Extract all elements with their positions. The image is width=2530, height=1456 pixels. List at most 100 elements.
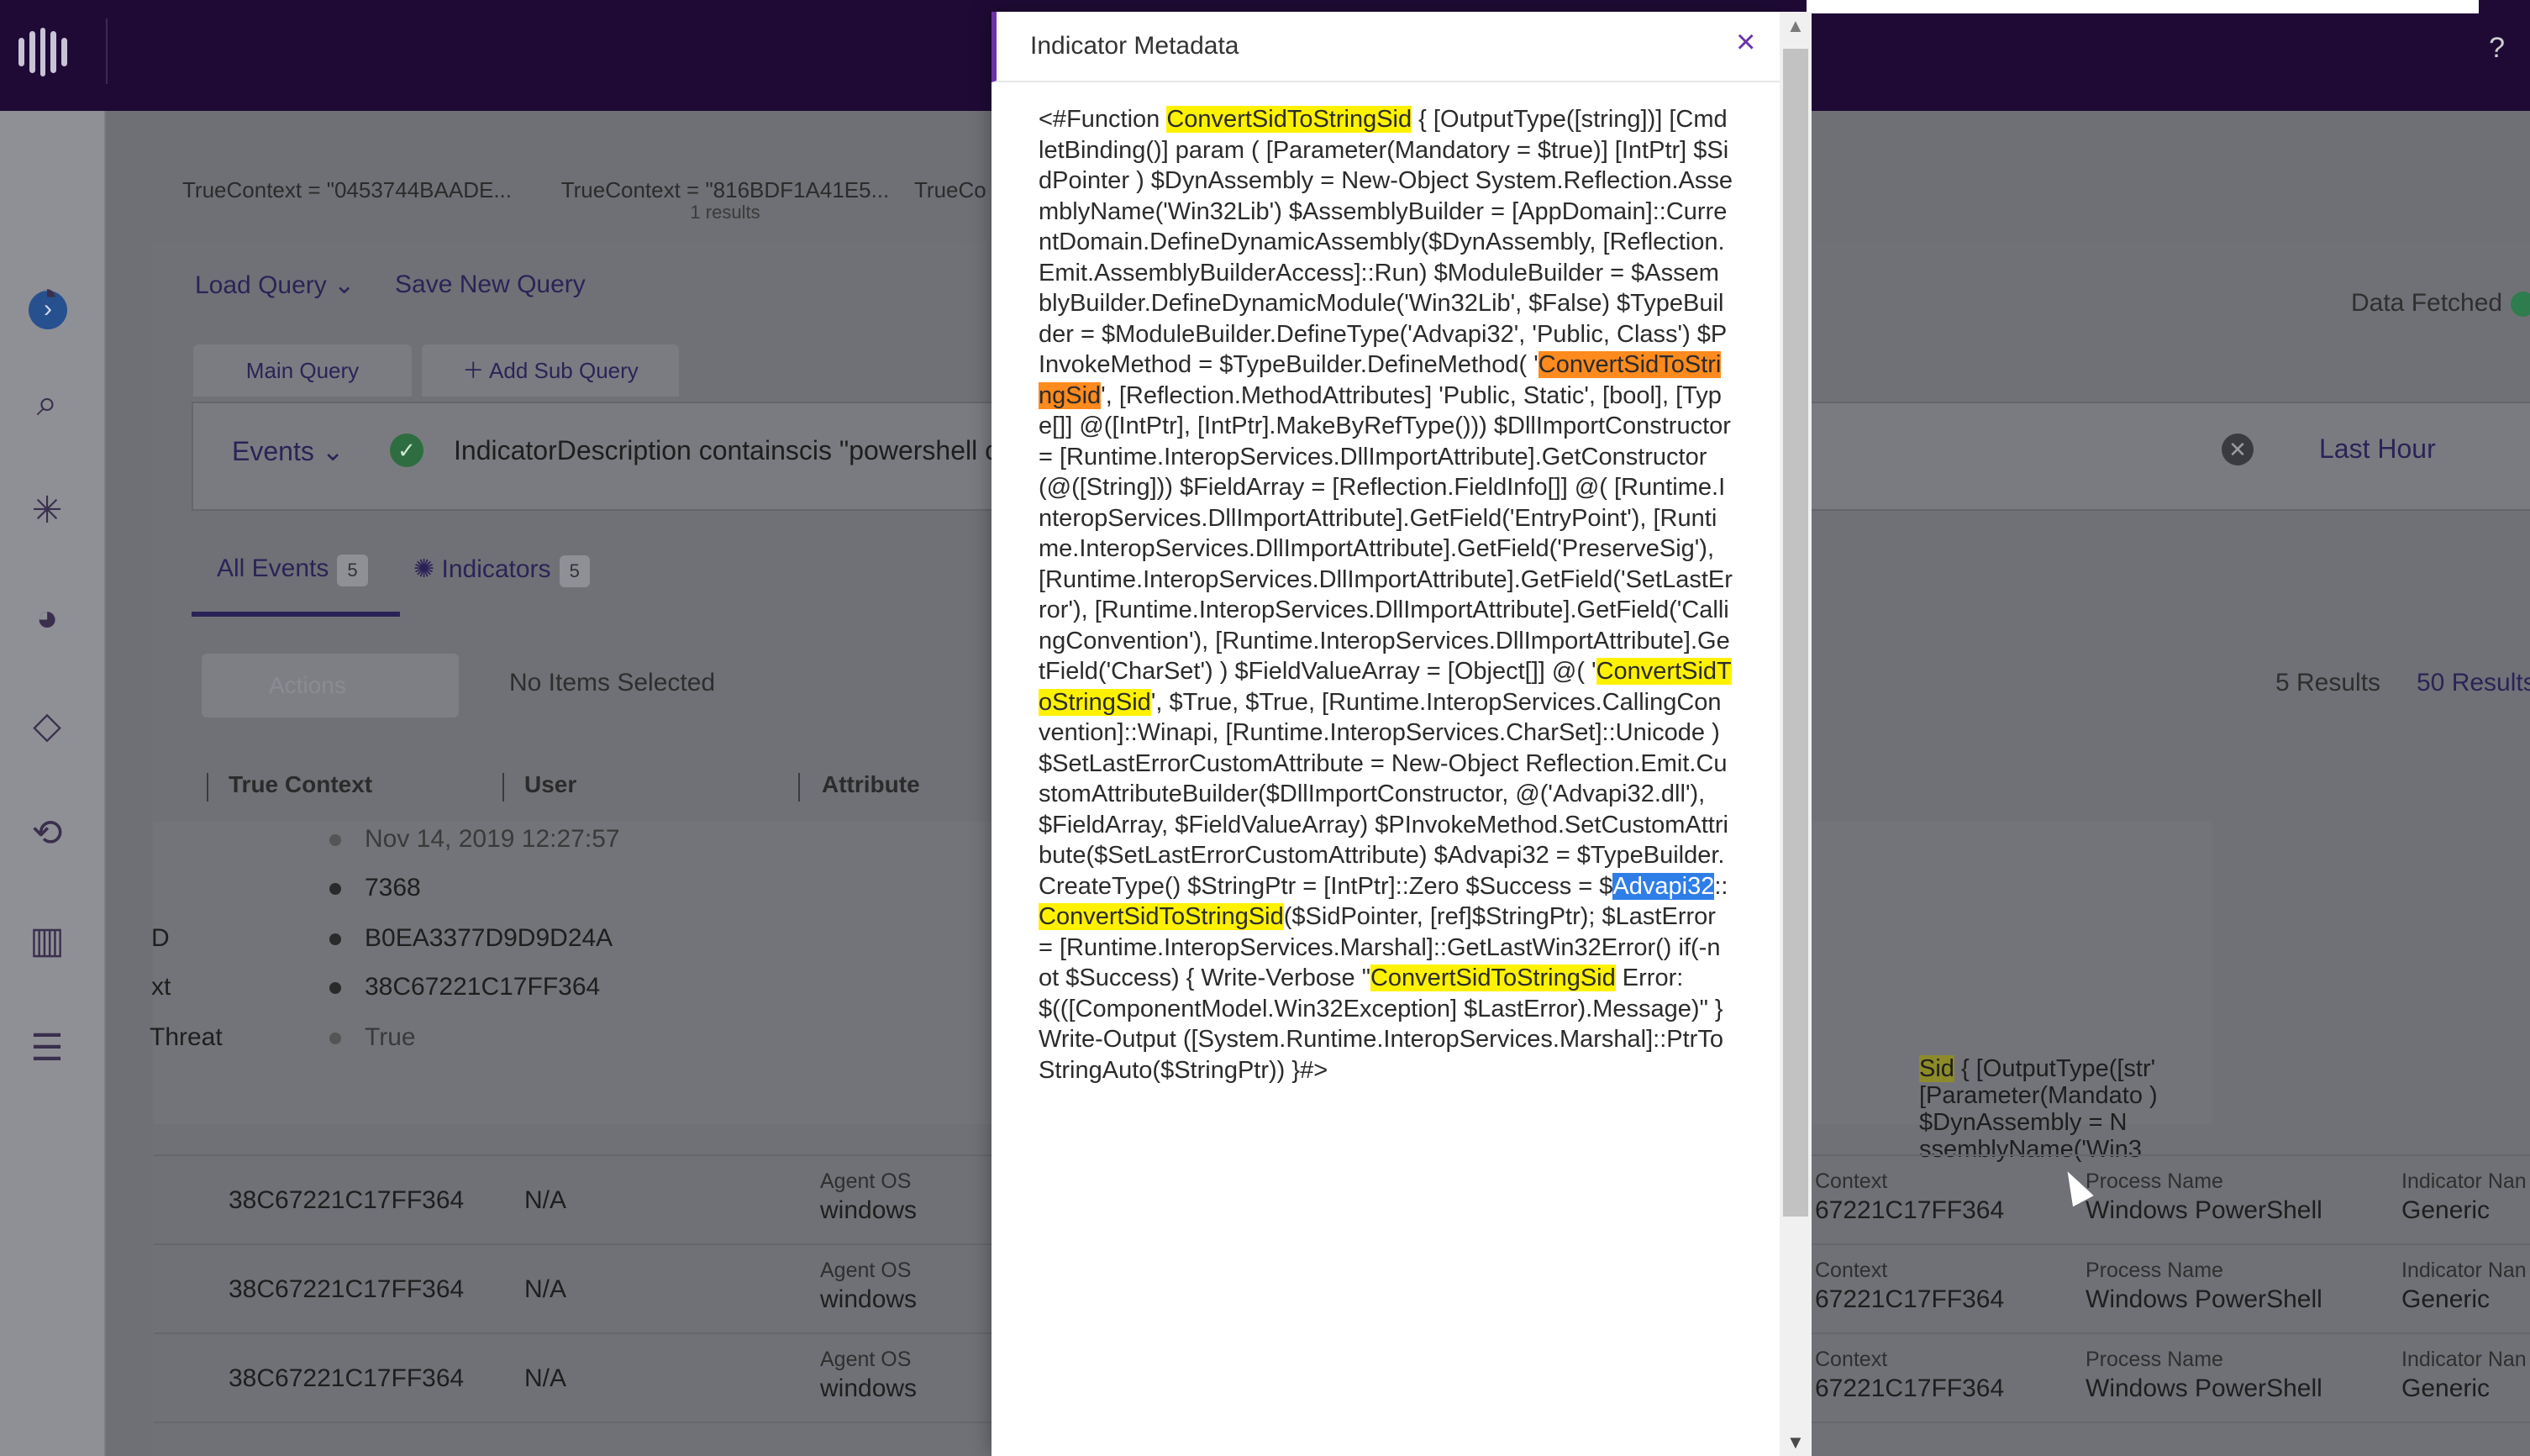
tab-indicators[interactable]: ✺ Indicators 5: [413, 555, 590, 587]
sidebar: › ◔ ⌕ ✳ ◕ ◇ ⟲ ▥ ☰: [0, 111, 106, 1456]
indicator-metadata-text[interactable]: <#Function ConvertSidToStringSid { [Outp…: [1039, 104, 1733, 1085]
search-highlight: ConvertSidToStringSid: [1039, 903, 1284, 930]
detail-id: B0EA3377D9D9D24A: [329, 924, 613, 953]
actions-dropdown[interactable]: Actions: [202, 654, 459, 717]
search-icon[interactable]: ⌕: [24, 380, 71, 427]
detail-key: Threat: [150, 1023, 223, 1051]
cell-context-short: 67221C17FF364: [1815, 1196, 2005, 1224]
cell-label: Indicator Nan: [2401, 1348, 2527, 1371]
metadata-text-segment: ', $True, $True, [Runtime.InteropService…: [1039, 688, 1728, 900]
selection-status: No Items Selected: [509, 669, 716, 696]
cell-label: Context: [1815, 1348, 1888, 1371]
detail-pid: 7368: [329, 874, 421, 902]
cell-process: Windows PowerShell: [2086, 1196, 2322, 1224]
cell-indicator: Generic: [2401, 1285, 2491, 1313]
cell-context-short: 67221C17FF364: [1815, 1375, 2005, 1402]
query-input[interactable]: IndicatorDescription containscis "powers…: [454, 435, 1013, 466]
topbar-divider: [106, 18, 108, 84]
cell-process: Windows PowerShell: [2086, 1375, 2322, 1402]
metadata-text-segment: ::: [1714, 872, 1728, 900]
cell-label: Indicator Nan: [2401, 1170, 2527, 1193]
page-size-selector[interactable]: 50 Results: [2417, 669, 2530, 697]
detail-key: xt: [151, 973, 171, 1001]
time-range-dropdown[interactable]: Last Hour: [2319, 434, 2436, 465]
cell-os: windows: [820, 1285, 918, 1313]
column-header-true-context[interactable]: True Context: [229, 771, 372, 798]
tab-all-events[interactable]: All Events 5: [217, 555, 368, 586]
column-separator: [798, 773, 800, 802]
context-tab[interactable]: TrueCo: [914, 178, 998, 223]
metadata-text-segment: { [OutputType([string])] [CmdletBinding(…: [1039, 106, 1733, 378]
scroll-down-arrow-icon[interactable]: ▼: [1786, 1432, 1805, 1453]
column-header-attribute[interactable]: Attribute: [822, 771, 920, 798]
detail-key: D: [151, 924, 170, 952]
modal-header: Indicator Metadata ×: [991, 12, 1781, 82]
metadata-text-segment: <#Function: [1039, 106, 1167, 133]
context-tabs: TrueContext = "0453744BAADE... TrueConte…: [158, 178, 998, 223]
load-query-dropdown[interactable]: Load Query ⌄: [195, 271, 355, 300]
cell-context: 38C67221C17FF364: [229, 1186, 465, 1214]
clear-query-icon[interactable]: ✕: [2222, 434, 2254, 465]
detail-description-snippet: Sid { [OutputType([str' [Parameter(Manda…: [1919, 1055, 2158, 1163]
column-header-user[interactable]: User: [524, 771, 576, 798]
cell-indicator: Generic: [2401, 1196, 2491, 1224]
integrations-icon[interactable]: ◇: [24, 702, 71, 749]
tab-add-sub-query[interactable]: ＋ Add Sub Query: [422, 344, 679, 397]
detail-context: 38C67221C17FF364: [329, 973, 600, 1001]
cell-user: N/A: [524, 1186, 567, 1214]
cell-context: 38C67221C17FF364: [229, 1364, 465, 1392]
chevron-down-icon: ⌄: [321, 436, 345, 466]
app-logo-icon[interactable]: [18, 25, 67, 79]
cell-os: windows: [820, 1196, 918, 1224]
query-valid-icon: ✓: [390, 434, 423, 467]
context-tab[interactable]: TrueContext = "0453744BAADE...: [158, 178, 536, 223]
indicators-asterisk-icon[interactable]: ✳: [24, 487, 71, 534]
dashboard-gauge-icon[interactable]: ◔: [24, 272, 71, 319]
save-new-query-link[interactable]: Save New Query: [395, 271, 586, 299]
search-highlight: Advapi32: [1612, 872, 1715, 900]
reports-chart-icon[interactable]: ▥: [24, 917, 71, 965]
cell-user: N/A: [524, 1364, 567, 1392]
cell-label: Process Name: [2086, 1348, 2223, 1371]
tab-main-query[interactable]: Main Query: [193, 344, 412, 397]
count-badge: 5: [559, 555, 590, 587]
cell-user: N/A: [524, 1275, 567, 1303]
context-tab[interactable]: TrueContext = "816BDF1A41E5... 1 results: [536, 178, 914, 223]
notification-strip: [1807, 0, 2479, 13]
cell-label: Agent OS: [820, 1170, 912, 1193]
close-icon[interactable]: ×: [1736, 25, 1755, 59]
check-circle-icon: [2511, 292, 2530, 318]
cell-context: 38C67221C17FF364: [229, 1275, 465, 1303]
cell-process: Windows PowerShell: [2086, 1285, 2322, 1313]
sync-icon[interactable]: ⟲: [24, 810, 71, 857]
metadata-text-segment: ', [Reflection.MethodAttributes] 'Public…: [1039, 381, 1733, 686]
count-badge: 5: [337, 555, 368, 586]
cell-label: Agent OS: [820, 1259, 912, 1282]
results-count: 5 Results: [2275, 669, 2381, 696]
events-dropdown[interactable]: Events ⌄: [232, 435, 345, 467]
cell-indicator: Generic: [2401, 1375, 2491, 1402]
cell-label: Process Name: [2086, 1259, 2223, 1282]
column-separator: [502, 773, 504, 802]
detail-timestamp: Nov 14, 2019 12:27:57: [329, 825, 620, 854]
search-highlight: ConvertSidToStringSid: [1166, 106, 1412, 133]
cell-label: Agent OS: [820, 1348, 912, 1371]
modal-scrollbar-thumb[interactable]: [1783, 49, 1808, 1217]
hunting-icon[interactable]: ◕: [24, 595, 71, 642]
detail-threat: True: [329, 1023, 416, 1052]
modal-title: Indicator Metadata: [1030, 32, 1239, 60]
cell-context-short: 67221C17FF364: [1815, 1285, 2005, 1313]
scroll-up-arrow-icon[interactable]: ▲: [1786, 15, 1805, 37]
indicator-burst-icon: ✺: [413, 555, 435, 583]
active-tab-indicator: [192, 612, 400, 617]
cell-label: Context: [1815, 1259, 1888, 1282]
data-fetched-status: Data Fetched: [2351, 289, 2530, 318]
settings-sliders-icon[interactable]: ☰: [24, 1025, 71, 1072]
help-icon[interactable]: ?: [2489, 32, 2505, 65]
column-separator: [207, 773, 208, 802]
indicator-metadata-modal: Indicator Metadata × <#Function ConvertS…: [991, 12, 1781, 1456]
cell-label: Context: [1815, 1170, 1888, 1193]
plus-icon: ＋: [462, 358, 485, 383]
cell-label: Indicator Nan: [2401, 1259, 2527, 1282]
cell-label: Process Name: [2086, 1170, 2223, 1193]
